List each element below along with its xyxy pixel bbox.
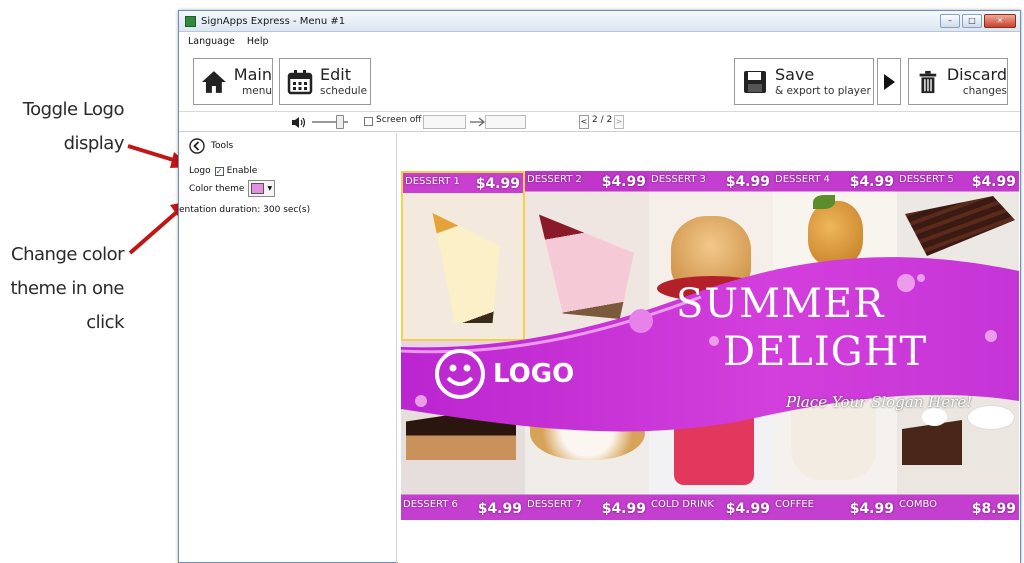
main-button-sublabel: menu (242, 84, 272, 97)
next-page-button[interactable]: > (614, 115, 624, 129)
tools-panel: Tools Logo ✓ Enable Color theme ▼ entati… (179, 133, 397, 563)
annotation-toggle-logo: Toggle Logo display (0, 93, 125, 161)
color-theme-picker[interactable]: ▼ (248, 180, 276, 197)
close-button[interactable]: ✕ (984, 14, 1016, 28)
toolbar: Main menu Edit schedule Save & export to… (179, 52, 1020, 112)
logo-row: Logo ✓ Enable (189, 166, 257, 176)
app-icon (185, 15, 196, 27)
smiley-logo-icon (435, 349, 485, 399)
page-indicator: 2 / 2 (592, 115, 613, 125)
prev-page-button[interactable]: < (579, 115, 589, 129)
back-circle-icon[interactable] (189, 138, 205, 154)
discard-changes-button[interactable]: Discard changes (908, 58, 1008, 105)
time-from-select[interactable] (423, 115, 466, 129)
title-bar: SignApps Express - Menu #1 – □ ✕ (179, 11, 1020, 32)
color-theme-row: Color theme ▼ (189, 180, 276, 197)
presentation-duration: entation duration: 300 sec(s) (179, 205, 311, 215)
annotation-logo-line2: display (63, 133, 125, 154)
volume-slider-thumb[interactable] (336, 115, 344, 129)
color-theme-swatch (251, 183, 265, 194)
logo-enable-label: Enable (226, 166, 258, 176)
menu-preview[interactable]: DESSERT 1 $4.99 DESSERT 2 $4.99 DESSERT … (401, 171, 1019, 520)
tools-header[interactable]: Tools (189, 138, 233, 154)
save-button-sublabel: & export to player (775, 84, 871, 97)
menu-help[interactable]: Help (247, 36, 269, 47)
menu-language[interactable]: Language (188, 36, 235, 47)
calendar-icon (287, 69, 313, 94)
tools-title: Tools (211, 141, 234, 151)
play-button[interactable] (877, 58, 901, 105)
discard-button-label: Discard (946, 64, 1007, 84)
play-icon (884, 73, 895, 90)
logo-text: LOGO (493, 359, 575, 389)
menu-bar: Language Help (179, 32, 1020, 51)
annotation-color-theme: Change color theme in one click (0, 238, 125, 340)
main-button-label: Main (233, 64, 272, 84)
maximize-button[interactable]: □ (962, 14, 982, 28)
annotation-color-line3: click (86, 312, 124, 333)
annotation-logo-line1: Toggle Logo (22, 99, 125, 120)
logo-label: Logo (189, 166, 211, 176)
trash-icon (919, 70, 937, 93)
floppy-disk-icon (744, 70, 766, 93)
main-menu-button[interactable]: Main menu (193, 58, 273, 105)
window-title: SignApps Express - Menu #1 (201, 15, 346, 27)
slogan-text: Place Your Slogan Here! (786, 393, 973, 411)
banner-title-summer: SUMMER (676, 281, 885, 327)
minimize-button[interactable]: – (940, 14, 960, 28)
volume-icon (292, 117, 306, 128)
home-icon (201, 70, 226, 93)
edit-schedule-button[interactable]: Edit schedule (279, 58, 371, 105)
window-controls: – □ ✕ (938, 14, 1016, 28)
playback-control-bar: Screen off < 2 / 2 > (179, 112, 1020, 132)
preview-area: DESSERT 1 $4.99 DESSERT 2 $4.99 DESSERT … (398, 133, 1020, 563)
arrow-right-icon (470, 117, 486, 127)
discard-button-sublabel: changes (962, 84, 1007, 97)
screenshot-stage: Toggle Logo display Change color theme i… (0, 0, 1024, 563)
screen-off-label: Screen off (376, 115, 422, 125)
time-to-select[interactable] (485, 115, 526, 129)
color-theme-label: Color theme (189, 183, 245, 194)
app-window: SignApps Express - Menu #1 – □ ✕ Languag… (178, 10, 1021, 563)
save-button-label: Save (775, 64, 815, 84)
screen-off-checkbox[interactable] (364, 117, 373, 126)
banner-title-delight: DELIGHT (723, 329, 928, 375)
save-export-button[interactable]: Save & export to player (734, 58, 874, 105)
duration-row: entation duration: 300 sec(s) (179, 205, 310, 215)
edit-button-label: Edit (320, 64, 351, 84)
annotation-color-line2: theme in one (10, 278, 125, 299)
edit-button-sublabel: schedule (320, 84, 368, 97)
chevron-down-icon: ▼ (267, 185, 273, 192)
annotation-color-line1: Change color (11, 244, 124, 265)
logo-enable-checkbox[interactable]: ✓ (214, 166, 224, 176)
